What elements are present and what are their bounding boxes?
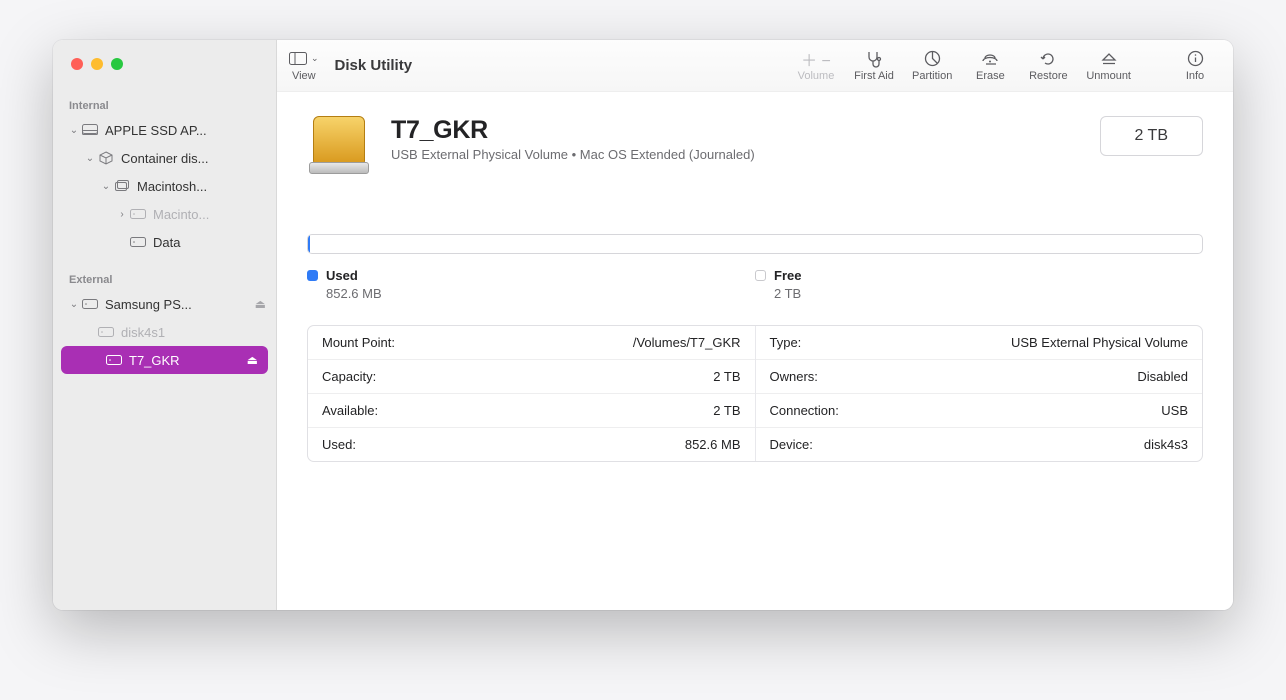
detail-row: Connection: USB: [756, 394, 1203, 428]
detail-row: Mount Point: /Volumes/T7_GKR: [308, 326, 755, 360]
sidebar-item-t7-gkr[interactable]: T7_GKR ⏏: [61, 346, 268, 374]
sidebar-item-disk4s1[interactable]: disk4s1: [53, 318, 276, 346]
fullscreen-button[interactable]: [111, 58, 123, 70]
usage-fill: [308, 235, 310, 253]
volume-icon: [97, 327, 115, 337]
volume-button[interactable]: ＋ − Volume: [792, 48, 840, 84]
restore-icon: [1040, 50, 1056, 68]
restore-button[interactable]: Restore: [1024, 48, 1072, 84]
used-label: Used: [326, 268, 358, 283]
sidebar: Internal ⌄ APPLE SSD AP... ⌄ Container d…: [53, 40, 277, 610]
view-menu-button[interactable]: ⌄ View: [289, 50, 319, 82]
detail-row: Available: 2 TB: [308, 394, 755, 428]
partition-button[interactable]: Partition: [908, 48, 956, 84]
erase-icon: [980, 50, 1000, 68]
erase-button[interactable]: Erase: [966, 48, 1014, 84]
chevron-down-icon[interactable]: ⌄: [99, 181, 113, 192]
volume-header: T7_GKR USB External Physical Volume • Ma…: [307, 116, 1203, 176]
volume-name: T7_GKR: [391, 116, 1080, 145]
sidebar-tree-internal: ⌄ APPLE SSD AP... ⌄ Container dis... ⌄ M…: [53, 116, 276, 256]
chevron-right-icon[interactable]: ›: [115, 209, 129, 220]
free-value: 2 TB: [774, 286, 1203, 301]
window-controls: [53, 40, 276, 92]
container-icon: [97, 151, 115, 165]
eject-icon[interactable]: ⏏: [247, 353, 258, 367]
volume-icon: [105, 355, 123, 365]
free-label: Free: [774, 268, 801, 283]
volume-icon: [129, 237, 147, 247]
volume-group-icon: [113, 180, 131, 192]
app-title: Disk Utility: [335, 57, 413, 74]
pie-icon: [924, 50, 941, 68]
sidebar-item-macintosh-snapshot[interactable]: › Macinto...: [53, 200, 276, 228]
usage-legend: Used 852.6 MB Free 2 TB: [307, 268, 1203, 301]
plus-minus-icon: ＋ −: [801, 50, 831, 68]
free-swatch-icon: [755, 270, 766, 281]
details-table: Mount Point: /Volumes/T7_GKR Capacity: 2…: [307, 325, 1203, 462]
sidebar-item-data[interactable]: Data: [53, 228, 276, 256]
external-disk-icon: [81, 299, 99, 309]
volume-subtitle: USB External Physical Volume • Mac OS Ex…: [391, 147, 1080, 162]
external-disk-large-icon: [307, 116, 371, 176]
sidebar-tree-external: ⌄ Samsung PS... ⏏ disk4s1 T7_GKR: [53, 290, 276, 374]
sidebar-item-apple-ssd[interactable]: ⌄ APPLE SSD AP...: [53, 116, 276, 144]
details-col-right: Type: USB External Physical Volume Owner…: [756, 326, 1203, 461]
content-area: T7_GKR USB External Physical Volume • Ma…: [277, 92, 1233, 610]
used-swatch-icon: [307, 270, 318, 281]
usage-bar: [307, 234, 1203, 254]
chevron-down-icon[interactable]: ⌄: [67, 125, 81, 136]
main-panel: ⌄ View Disk Utility ＋ − Volume First Aid: [277, 40, 1233, 610]
sidebar-item-macintosh-hd[interactable]: ⌄ Macintosh...: [53, 172, 276, 200]
size-badge: 2 TB: [1100, 116, 1204, 156]
stethoscope-icon: [865, 50, 883, 68]
first-aid-button[interactable]: First Aid: [850, 48, 898, 84]
chevron-down-icon[interactable]: ⌄: [83, 153, 97, 164]
toolbar: ⌄ View Disk Utility ＋ − Volume First Aid: [277, 40, 1233, 92]
detail-row: Used: 852.6 MB: [308, 428, 755, 461]
detail-row: Device: disk4s3: [756, 428, 1203, 461]
detail-row: Owners: Disabled: [756, 360, 1203, 394]
minimize-button[interactable]: [91, 58, 103, 70]
disk-utility-window: Internal ⌄ APPLE SSD AP... ⌄ Container d…: [53, 40, 1233, 610]
sidebar-item-container[interactable]: ⌄ Container dis...: [53, 144, 276, 172]
close-button[interactable]: [71, 58, 83, 70]
chevron-down-icon[interactable]: ⌄: [67, 299, 81, 310]
info-icon: [1187, 50, 1204, 68]
volume-icon: [129, 209, 147, 219]
used-value: 852.6 MB: [326, 286, 755, 301]
sidebar-toggle-icon: ⌄: [289, 50, 319, 68]
detail-row: Capacity: 2 TB: [308, 360, 755, 394]
details-col-left: Mount Point: /Volumes/T7_GKR Capacity: 2…: [308, 326, 756, 461]
sidebar-section-external: External: [53, 266, 276, 290]
info-button[interactable]: Info: [1171, 48, 1219, 84]
eject-icon: [1101, 50, 1117, 68]
eject-icon[interactable]: ⏏: [255, 297, 266, 311]
sidebar-section-internal: Internal: [53, 92, 276, 116]
unmount-button[interactable]: Unmount: [1082, 48, 1135, 84]
internal-disk-icon: [81, 124, 99, 136]
sidebar-item-samsung[interactable]: ⌄ Samsung PS... ⏏: [53, 290, 276, 318]
detail-row: Type: USB External Physical Volume: [756, 326, 1203, 360]
